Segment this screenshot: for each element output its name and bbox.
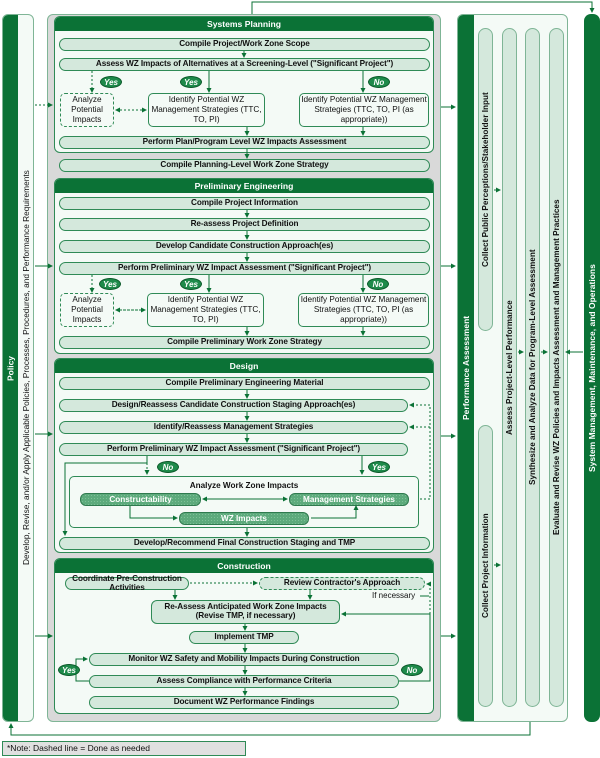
feedback-arrow — [251, 1, 595, 14]
feedback-arrow — [8, 722, 531, 736]
connector-arrows — [8, 1, 595, 736]
